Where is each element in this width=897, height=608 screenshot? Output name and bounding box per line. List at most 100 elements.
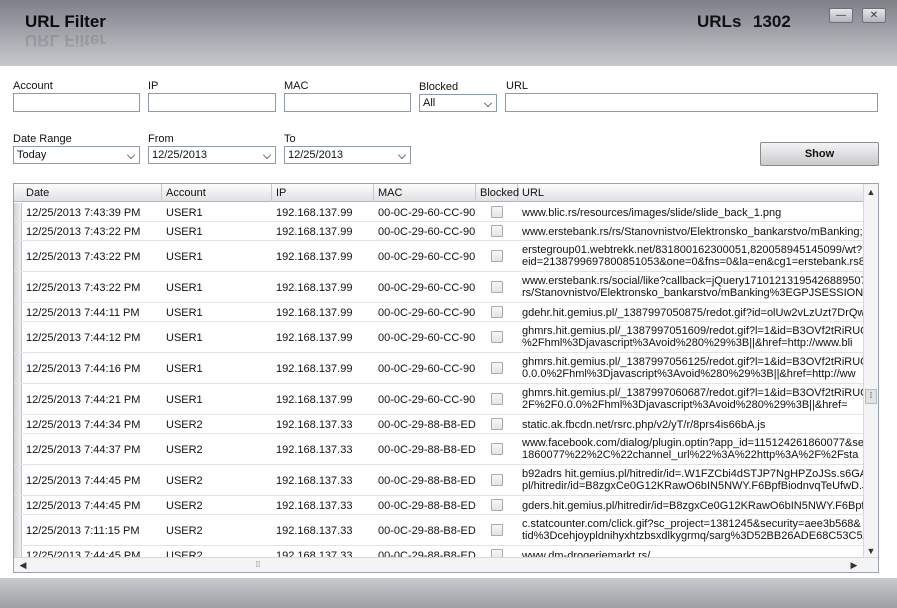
blocked-checkbox[interactable] — [491, 225, 503, 237]
chevron-down-icon — [484, 99, 492, 107]
cell-url: ghmrs.hit.gemius.pl/_1387997060687/redot… — [518, 387, 864, 415]
blocked-checkbox[interactable] — [491, 250, 503, 262]
table-row[interactable]: 12/25/2013 7:43:22 PM USER1 192.168.137.99… — [14, 222, 864, 241]
cell-ip: 192.168.137.99 — [276, 226, 353, 238]
chevron-down-icon — [398, 151, 406, 159]
row-selector[interactable] — [14, 496, 22, 514]
blocked-checkbox[interactable] — [491, 206, 503, 218]
cell-account: USER1 — [166, 251, 203, 263]
close-button[interactable]: ✕ — [862, 8, 886, 23]
cell-date: 12/25/2013 7:44:21 PM — [26, 394, 141, 406]
row-selector[interactable] — [14, 353, 22, 383]
show-button[interactable]: Show — [760, 142, 879, 166]
table-row[interactable]: 12/25/2013 7:44:16 PM USER1 192.168.137.99… — [14, 353, 864, 384]
table-row[interactable]: 12/25/2013 7:44:45 PM USER2 192.168.137.33… — [14, 465, 864, 496]
cell-date: 12/25/2013 7:11:15 PM — [26, 525, 140, 537]
column-header-account[interactable]: Account — [162, 184, 272, 202]
blocked-checkbox[interactable] — [491, 474, 503, 486]
blocked-checkbox[interactable] — [491, 331, 503, 343]
url-line: gdehr.hit.gemius.pl/_1387997050875/redot… — [522, 307, 864, 319]
table-row[interactable]: 12/25/2013 7:44:34 PM USER2 192.168.137.33… — [14, 415, 864, 434]
blocked-checkbox[interactable] — [491, 499, 503, 511]
table-row[interactable]: 12/25/2013 7:11:15 PM USER2 192.168.137.33… — [14, 515, 864, 546]
grid-header: Date Account IP MAC Blocked URL — [14, 184, 864, 202]
date-range-label: Date Range — [13, 133, 72, 145]
row-selector[interactable] — [14, 222, 22, 240]
blocked-checkbox[interactable] — [491, 306, 503, 318]
blocked-select[interactable]: All — [419, 94, 497, 112]
cell-mac: 00-0C-29-88-B8-ED — [378, 525, 476, 537]
blocked-checkbox[interactable] — [491, 281, 503, 293]
horizontal-scroll-thumb[interactable]: ⁞⁞ — [250, 559, 266, 571]
from-date-picker[interactable]: 12/25/2013 — [148, 146, 276, 164]
from-label: From — [148, 133, 174, 145]
vertical-scrollbar[interactable]: ▲ ⁞ ▼ — [863, 184, 878, 559]
table-row[interactable]: 12/25/2013 7:44:45 PM USER2 192.168.137.33… — [14, 496, 864, 515]
url-line: ghmrs.hit.gemius.pl/_1387997051609/redot… — [522, 325, 864, 337]
row-selector[interactable] — [14, 515, 22, 545]
cell-mac: 00-0C-29-60-CC-90 — [378, 207, 476, 219]
row-selector[interactable] — [14, 465, 22, 495]
url-line: ghmrs.hit.gemius.pl/_1387997056125/redot… — [522, 356, 864, 368]
blocked-checkbox[interactable] — [491, 418, 503, 430]
to-date-picker[interactable]: 12/25/2013 — [284, 146, 411, 164]
cell-account: USER2 — [166, 475, 203, 487]
account-input[interactable] — [13, 93, 140, 112]
cell-ip: 192.168.137.33 — [276, 525, 353, 537]
row-selector[interactable] — [14, 434, 22, 464]
cell-mac: 00-0C-29-60-CC-90 — [378, 251, 476, 263]
column-header-blocked[interactable]: Blocked — [476, 184, 519, 202]
table-row[interactable]: 12/25/2013 7:44:37 PM USER2 192.168.137.33… — [14, 434, 864, 465]
minimize-button[interactable]: — — [829, 8, 853, 23]
row-selector[interactable] — [14, 203, 22, 221]
blocked-checkbox[interactable] — [491, 524, 503, 536]
column-header-mac[interactable]: MAC — [374, 184, 476, 202]
vertical-scroll-thumb[interactable]: ⁞ — [865, 389, 877, 404]
table-row[interactable]: 12/25/2013 7:43:39 PM USER1 192.168.137.99… — [14, 203, 864, 222]
row-selector[interactable] — [14, 415, 22, 433]
mac-input[interactable] — [284, 93, 411, 112]
ip-label: IP — [148, 80, 159, 92]
row-selector[interactable] — [14, 272, 22, 302]
column-header-date[interactable]: Date — [22, 184, 162, 202]
cell-ip: 192.168.137.33 — [276, 444, 353, 456]
table-row[interactable]: 12/25/2013 7:44:21 PM USER1 192.168.137.99… — [14, 384, 864, 415]
cell-url: gdehr.hit.gemius.pl/_1387997050875/redot… — [518, 307, 864, 323]
blocked-checkbox[interactable] — [491, 362, 503, 374]
scroll-up-icon[interactable]: ▲ — [865, 186, 877, 198]
cell-ip: 192.168.137.99 — [276, 282, 353, 294]
url-line: static.ak.fbcdn.net/rsrc.php/v2/yT/r/8pr… — [522, 419, 766, 431]
cell-mac: 00-0C-29-60-CC-90 — [378, 282, 476, 294]
cell-date: 12/25/2013 7:44:37 PM — [26, 444, 141, 456]
cell-ip: 192.168.137.99 — [276, 363, 353, 375]
table-row[interactable]: 12/25/2013 7:43:22 PM USER1 192.168.137.99… — [14, 272, 864, 303]
cell-ip: 192.168.137.99 — [276, 332, 353, 344]
url-line: www.blic.rs/resources/images/slide/slide… — [522, 207, 782, 219]
cell-date: 12/25/2013 7:43:22 PM — [26, 282, 141, 294]
scroll-down-icon[interactable]: ▼ — [865, 545, 877, 557]
horizontal-scrollbar[interactable]: ◀ ⁞⁞ ▶ — [14, 557, 878, 572]
url-log-grid[interactable]: Date Account IP MAC Blocked URL 12/25/20… — [13, 183, 879, 573]
table-row[interactable]: 12/25/2013 7:44:11 PM USER1 192.168.137.99… — [14, 303, 864, 322]
blocked-label: Blocked — [419, 81, 459, 93]
row-selector[interactable] — [14, 241, 22, 271]
table-row[interactable]: 12/25/2013 7:44:12 PM USER1 192.168.137.99… — [14, 322, 864, 353]
cell-mac: 00-0C-29-60-CC-90 — [378, 307, 476, 319]
blocked-checkbox[interactable] — [491, 443, 503, 455]
url-input[interactable] — [505, 93, 878, 112]
cell-mac: 00-0C-29-60-CC-90 — [378, 226, 476, 238]
scroll-right-icon[interactable]: ▶ — [848, 559, 860, 571]
cell-mac: 00-0C-29-88-B8-ED — [378, 444, 476, 456]
date-range-select[interactable]: Today — [13, 146, 140, 164]
row-selector[interactable] — [14, 322, 22, 352]
minimize-icon: — — [836, 10, 846, 21]
column-header-url[interactable]: URL — [518, 184, 864, 202]
row-selector[interactable] — [14, 303, 22, 321]
row-selector[interactable] — [14, 384, 22, 414]
column-header-ip[interactable]: IP — [272, 184, 374, 202]
scroll-left-icon[interactable]: ◀ — [17, 559, 29, 571]
ip-input[interactable] — [148, 93, 276, 112]
table-row[interactable]: 12/25/2013 7:43:22 PM USER1 192.168.137.99… — [14, 241, 864, 272]
cell-account: USER1 — [166, 226, 203, 238]
blocked-checkbox[interactable] — [491, 393, 503, 405]
